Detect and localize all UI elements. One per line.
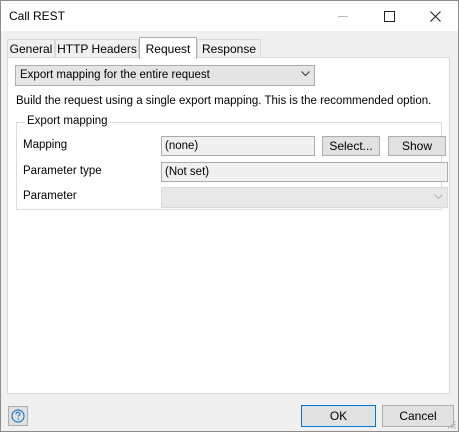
minimize-icon (338, 15, 348, 17)
tab-http-headers[interactable]: HTTP Headers (55, 39, 139, 57)
help-button[interactable] (8, 406, 28, 426)
title-bar: Call REST (1, 1, 458, 31)
cancel-button[interactable]: Cancel (382, 405, 454, 427)
show-mapping-button[interactable]: Show (388, 136, 446, 156)
export-mapping-group: Export mapping Mapping (none) Select... … (16, 115, 448, 210)
request-mode-dropdown[interactable]: Export mapping for the entire request (15, 65, 315, 86)
mapping-label: Mapping (23, 139, 68, 151)
export-mapping-group-title: Export mapping (25, 115, 110, 127)
chevron-down-icon (301, 71, 310, 77)
parameter-type-value: (Not set) (165, 166, 210, 178)
maximize-button[interactable] (366, 1, 412, 31)
maximize-icon (383, 10, 395, 22)
help-icon (11, 409, 25, 423)
tab-request[interactable]: Request (139, 37, 197, 59)
select-mapping-button[interactable]: Select... (322, 136, 380, 156)
call-rest-dialog: Call REST General HTTP Headers Request R… (0, 0, 459, 432)
close-button[interactable] (412, 1, 458, 31)
mapping-field: (none) (161, 136, 315, 156)
request-mode-value: Export mapping for the entire request (20, 69, 210, 81)
close-icon (429, 10, 441, 22)
request-tab-page: Export mapping for the entire request Bu… (7, 57, 450, 394)
resize-grip-icon[interactable] (446, 419, 456, 429)
chevron-down-icon (434, 194, 443, 200)
parameter-label: Parameter (23, 190, 77, 202)
parameter-type-label: Parameter type (23, 165, 102, 177)
minimize-button[interactable] (320, 1, 366, 31)
ok-button[interactable]: OK (301, 405, 376, 427)
request-description: Build the request using a single export … (16, 95, 432, 107)
tab-response[interactable]: Response (197, 39, 261, 57)
parameter-type-field: (Not set) (161, 162, 448, 182)
parameter-dropdown[interactable] (161, 187, 448, 208)
tab-general[interactable]: General (7, 39, 55, 57)
window-title: Call REST (9, 9, 66, 23)
mapping-value: (none) (165, 140, 199, 152)
